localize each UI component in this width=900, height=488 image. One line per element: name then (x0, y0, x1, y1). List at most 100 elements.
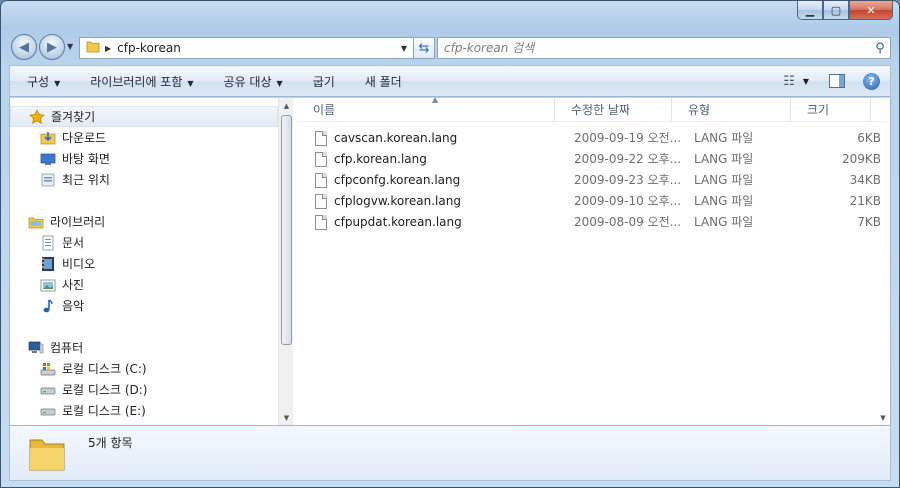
scroll-down-icon[interactable]: ▼ (876, 410, 890, 425)
column-name[interactable]: 이름 (297, 98, 555, 122)
command-bar: 구성 ▼ 라이브러리에 포함 ▼ 공유 대상 ▼ 굽기 새 폴더 ☷ ▼ ? (9, 65, 891, 97)
desktop-icon (40, 151, 56, 167)
file-size: 6KB (857, 131, 881, 145)
navigation-pane-scrollbar[interactable]: ▲ ▼ (278, 98, 293, 425)
nav-computer[interactable]: 컴퓨터 (10, 337, 83, 358)
refresh-icon: ⇆ (418, 40, 430, 56)
column-size[interactable]: 크기 (791, 98, 871, 122)
include-in-library-button[interactable]: 라이브러리에 포함 ▼ (73, 73, 206, 90)
downloads-icon (40, 130, 56, 146)
folder-icon (28, 434, 66, 472)
nav-item-label: 비디오 (62, 257, 96, 271)
nav-item-label: 최근 위치 (62, 173, 110, 187)
preview-pane-icon[interactable] (829, 74, 845, 88)
column-header: ▲ 이름 수정한 날짜 유형 크기 (297, 95, 890, 122)
nav-libraries-label: 라이브러리 (50, 215, 106, 229)
file-row[interactable]: cfplogvw.korean.lang 2009-09-10 오후... LA… (297, 191, 890, 212)
file-row[interactable]: cfp.korean.lang 2009-09-22 오후... LANG 파일… (297, 149, 890, 170)
nav-favorites-label: 즐겨찾기 (51, 110, 96, 124)
nav-item-videos[interactable]: 비디오 (10, 253, 95, 274)
share-with-button[interactable]: 공유 대상 ▼ (207, 73, 296, 90)
breadcrumb-folder[interactable]: cfp-korean (117, 41, 181, 55)
back-button[interactable]: ◀ (11, 34, 37, 60)
minimize-button[interactable]: ▁ (797, 1, 823, 20)
nav-item-pictures[interactable]: 사진 (10, 274, 84, 295)
help-icon[interactable]: ? (863, 72, 880, 90)
forward-button[interactable]: ▶ (39, 34, 65, 60)
file-name: cavscan.korean.lang (334, 131, 458, 145)
nav-item-documents[interactable]: 문서 (10, 232, 84, 253)
file-size: 209KB (841, 152, 881, 166)
file-type: LANG 파일 (694, 215, 754, 229)
organize-button[interactable]: 구성 ▼ (10, 73, 73, 90)
scrollbar-thumb[interactable] (281, 115, 292, 345)
chevron-down-icon: ▼ (187, 78, 194, 88)
file-row[interactable]: cfpupdat.korean.lang 2009-08-09 오전... LA… (297, 212, 890, 233)
caption-buttons: ▁ ▢ ✕ (797, 1, 893, 21)
nav-item-recent-places[interactable]: 최근 위치 (10, 169, 110, 190)
change-view-icon[interactable]: ☷ (783, 74, 795, 89)
recent-pages-dropdown-icon[interactable]: ▼ (67, 42, 73, 51)
nav-item-desktop[interactable]: 바탕 화면 (10, 148, 110, 169)
recent-places-icon (40, 172, 56, 188)
file-icon (315, 215, 327, 230)
nav-item-drive-c[interactable]: 로컬 디스크 (C:) (10, 358, 147, 379)
music-icon (40, 298, 56, 314)
view-options-dropdown-icon[interactable]: ▼ (803, 77, 809, 86)
nav-libraries[interactable]: 라이브러리 (10, 211, 105, 232)
column-date-modified[interactable]: 수정한 날짜 (555, 98, 672, 122)
file-icon (315, 194, 327, 209)
file-row[interactable]: cfpconfg.korean.lang 2009-09-23 오후... LA… (297, 170, 890, 191)
file-name: cfpconfg.korean.lang (334, 173, 461, 187)
nav-item-drive-e[interactable]: 로컬 디스크 (E:) (10, 400, 146, 421)
breadcrumb-separator-icon[interactable]: ▶ (105, 44, 111, 53)
navigation-row: ◀ ▶ ▼ ▶ cfp-korean ▼ ⇆ ⚲ (9, 32, 891, 62)
column-type[interactable]: 유형 (672, 98, 791, 122)
nav-item-label: 로컬 디스크 (E:) (62, 404, 146, 418)
file-size: 34KB (849, 173, 881, 187)
search-box: ⚲ (437, 37, 891, 59)
file-type: LANG 파일 (694, 131, 754, 145)
explorer-window: ▁ ▢ ✕ ◀ ▶ ▼ ▶ cfp-korean ▼ ⇆ ⚲ 구성 ▼ 라이브러리… (0, 0, 900, 488)
address-history-dropdown-icon[interactable]: ▼ (395, 44, 413, 53)
nav-item-drive-d[interactable]: 로컬 디스크 (D:) (10, 379, 147, 400)
details-pane: 5개 항목 (9, 426, 891, 481)
star-icon (29, 108, 45, 125)
file-date: 2009-09-23 오후... (574, 173, 682, 187)
new-folder-button[interactable]: 새 폴더 (348, 73, 415, 90)
file-date: 2009-09-19 오전... (574, 131, 682, 145)
address-bar[interactable]: ▶ cfp-korean ▼ (79, 37, 414, 59)
nav-item-more-drive[interactable] (10, 421, 62, 425)
nav-item-downloads[interactable]: 다운로드 (10, 127, 106, 148)
file-row[interactable]: cavscan.korean.lang 2009-09-19 오전... LAN… (297, 128, 890, 149)
scroll-down-icon[interactable]: ▼ (279, 410, 294, 425)
file-name: cfp.korean.lang (334, 152, 427, 166)
hard-drive-icon (40, 382, 56, 398)
file-date: 2009-08-09 오전... (574, 215, 682, 229)
back-arrow-icon: ◀ (19, 39, 29, 55)
file-icon (315, 152, 327, 167)
search-icon[interactable]: ⚲ (870, 41, 890, 56)
item-count: 5개 항목 (88, 436, 133, 450)
file-type: LANG 파일 (694, 194, 754, 208)
libraries-icon (28, 214, 44, 230)
include-in-library-label: 라이브러리에 포함 (90, 74, 183, 89)
nav-item-label: 로컬 디스크 (C:) (62, 362, 147, 376)
maximize-button[interactable]: ▢ (823, 1, 849, 20)
forward-arrow-icon: ▶ (47, 39, 57, 55)
burn-button[interactable]: 굽기 (296, 73, 348, 90)
file-size: 21KB (849, 194, 881, 208)
nav-item-music[interactable]: 음악 (10, 295, 84, 316)
chevron-down-icon: ▼ (54, 78, 61, 88)
navigation-pane: 즐겨찾기 다운로드 바탕 화면 최근 위치 라이브러리 문서 비디오 사진 음악… (10, 98, 278, 425)
share-with-label: 공유 대상 (223, 74, 272, 89)
search-input[interactable] (438, 39, 870, 57)
close-button[interactable]: ✕ (849, 1, 893, 20)
file-name: cfplogvw.korean.lang (334, 194, 461, 208)
nav-favorites[interactable]: 즐겨찾기 (10, 106, 278, 127)
video-icon (40, 256, 56, 272)
content-area: 즐겨찾기 다운로드 바탕 화면 최근 위치 라이브러리 문서 비디오 사진 음악… (9, 95, 891, 426)
scroll-up-icon[interactable]: ▲ (279, 98, 294, 113)
file-icon (315, 173, 327, 188)
refresh-button[interactable]: ⇆ (413, 37, 435, 59)
